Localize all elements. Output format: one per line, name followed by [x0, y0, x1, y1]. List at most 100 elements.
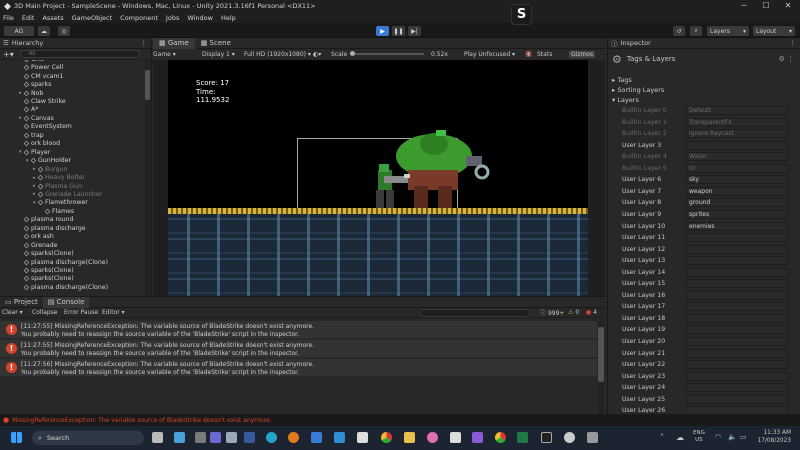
console-search-input[interactable] [420, 309, 530, 317]
layer-name-field[interactable]: sky [686, 175, 788, 185]
visual-studio-icon[interactable] [472, 432, 483, 443]
scale-slider[interactable] [350, 51, 424, 56]
menu-component[interactable]: Component [120, 14, 158, 22]
layer-name-field[interactable] [686, 302, 788, 312]
layer-name-field[interactable] [686, 371, 788, 381]
console-scrollbar[interactable] [598, 321, 604, 413]
chevron-up-icon[interactable]: ˄ [660, 433, 664, 442]
layer-name-field[interactable] [686, 140, 788, 150]
wifi-icon[interactable]: ◠ [715, 433, 721, 441]
hierarchy-item[interactable]: ▾ GunHolder [0, 156, 145, 165]
layer-name-field[interactable]: enemies [686, 221, 788, 231]
hierarchy-item[interactable]: ▾ Flamethrower [0, 199, 145, 208]
hierarchy-item[interactable]: ▸ Grenade Launcher [0, 190, 145, 199]
menu-help[interactable]: Help [221, 14, 236, 22]
hierarchy-item[interactable]: sparks(Clone) [0, 275, 145, 284]
menu-window[interactable]: Window [187, 14, 213, 22]
hierarchy-item[interactable]: Power Cell [0, 63, 145, 72]
taskbar-search[interactable]: ⌕ Search [32, 431, 144, 445]
console-log-entry[interactable]: ! [11:27:55] MissingReferenceException: T… [0, 340, 597, 358]
teams-icon[interactable] [210, 432, 221, 443]
windows-start-icon[interactable] [11, 432, 22, 443]
layers-dropdown[interactable]: Layers ▾ [707, 26, 749, 36]
layer-name-field[interactable]: ground [686, 198, 788, 208]
sorting-layers-foldout[interactable]: ▸ Sorting Layers [612, 85, 664, 95]
status-message[interactable]: MissingReferenceException: The variable … [12, 417, 272, 424]
hierarchy-item[interactable]: ▸ Plasma Gun [0, 182, 145, 191]
tab-console[interactable]: ▤ Console [42, 296, 90, 308]
hierarchy-item[interactable]: ▸ Burgun [0, 165, 145, 174]
hierarchy-item[interactable]: ork ash [0, 232, 145, 241]
more-icon[interactable]: ⋮ [790, 39, 797, 47]
chrome-icon[interactable] [495, 432, 506, 443]
language-indicator[interactable]: ENG US [693, 430, 705, 444]
layout-dropdown[interactable]: Layout ▾ [753, 26, 795, 36]
layer-name-field[interactable] [686, 406, 788, 413]
pause-button[interactable]: ❚❚ [392, 26, 405, 36]
edge-icon[interactable] [266, 432, 277, 443]
warn-count[interactable]: ⚠ 0 [568, 309, 579, 316]
menu-gameobject[interactable]: GameObject [72, 14, 113, 22]
resolution-dropdown[interactable]: Full HD (1920x1080) ▾ [244, 51, 311, 58]
stats-button[interactable]: Stats [537, 51, 552, 58]
more-icon[interactable]: ⋮ [141, 39, 148, 47]
console-log-entry[interactable]: ! [11:27:56] MissingReferenceException: T… [0, 359, 597, 377]
menu-file[interactable]: File [3, 14, 14, 22]
error-count[interactable]: ● 4 [586, 309, 597, 316]
layer-name-field[interactable] [686, 290, 788, 300]
layer-name-field[interactable] [686, 279, 788, 289]
layer-name-field[interactable] [686, 244, 788, 254]
layers-foldout[interactable]: ▾ Layers [612, 95, 664, 105]
hierarchy-item[interactable]: sparks [0, 80, 145, 89]
tab-project[interactable]: ▭ Project [0, 298, 43, 306]
close-button[interactable]: ✕ [778, 0, 798, 12]
hierarchy-item[interactable]: plasma discharge [0, 224, 145, 233]
volume-icon[interactable]: 🔈 [728, 433, 737, 441]
settings-icon[interactable]: ⚙ ⋮ [778, 55, 794, 63]
app-icon[interactable] [357, 432, 368, 443]
audio-icon[interactable]: ◐▾ [313, 51, 321, 58]
layer-name-field[interactable] [686, 256, 788, 266]
widgets-icon[interactable] [174, 432, 185, 443]
play-button[interactable]: ▶ [376, 26, 389, 36]
add-icon[interactable]: +▾ [3, 50, 14, 59]
collab-icon[interactable]: ◎ [58, 26, 70, 36]
layer-name-field[interactable] [686, 337, 788, 346]
layer-name-field[interactable]: weapon [686, 186, 788, 196]
layer-name-field[interactable] [686, 325, 788, 335]
layer-name-field[interactable] [686, 394, 788, 404]
history-icon[interactable]: ↺ [673, 26, 685, 36]
hierarchy-item[interactable]: sparks(Clone) [0, 266, 145, 275]
menu-jobs[interactable]: Jobs [166, 14, 179, 22]
menu-assets[interactable]: Assets [42, 14, 63, 22]
info-count[interactable]: ⓘ 999+ [540, 308, 564, 317]
chrome-icon[interactable] [381, 432, 392, 443]
layer-name-field[interactable] [686, 348, 788, 358]
hierarchy-item[interactable]: ▸ Heavy Bolter [0, 173, 145, 182]
store-icon[interactable] [311, 432, 322, 443]
hierarchy-item[interactable]: sparks(Clone) [0, 249, 145, 258]
excel-icon[interactable] [517, 432, 528, 443]
layer-name-field[interactable]: sprites [686, 209, 788, 219]
app-icon[interactable] [541, 432, 552, 443]
minimize-button[interactable]: ─ [734, 0, 754, 12]
hierarchy-item[interactable]: plasma discharge(Clone) [0, 283, 145, 292]
app-icon[interactable] [195, 432, 206, 443]
step-button[interactable]: ▶| [408, 26, 421, 36]
tab-game[interactable]: ▦ Game [153, 37, 195, 49]
hierarchy-item[interactable]: CM vcam1 [0, 72, 145, 81]
clear-button[interactable]: Clear ▾ [2, 309, 23, 316]
hierarchy-item[interactable]: ▸ Nob [0, 89, 145, 98]
app-icon[interactable] [288, 432, 299, 443]
hierarchy-item[interactable]: plasma round [0, 216, 145, 225]
layer-name-field[interactable] [686, 313, 788, 323]
editor-dropdown[interactable]: Editor ▾ [102, 309, 125, 316]
cloud-icon[interactable]: ☁ [676, 433, 684, 442]
menu-edit[interactable]: Edit [22, 14, 35, 22]
overlay-app-icon[interactable]: S [511, 4, 532, 25]
hierarchy-tab[interactable]: ☰ Hierarchy ⋮ [0, 38, 151, 49]
game-mode-dropdown[interactable]: Game ▾ [153, 51, 176, 58]
mute-icon[interactable]: 🔇 [525, 51, 532, 58]
hierarchy-item[interactable]: trap [0, 131, 145, 140]
account-button[interactable]: AG [4, 26, 34, 36]
